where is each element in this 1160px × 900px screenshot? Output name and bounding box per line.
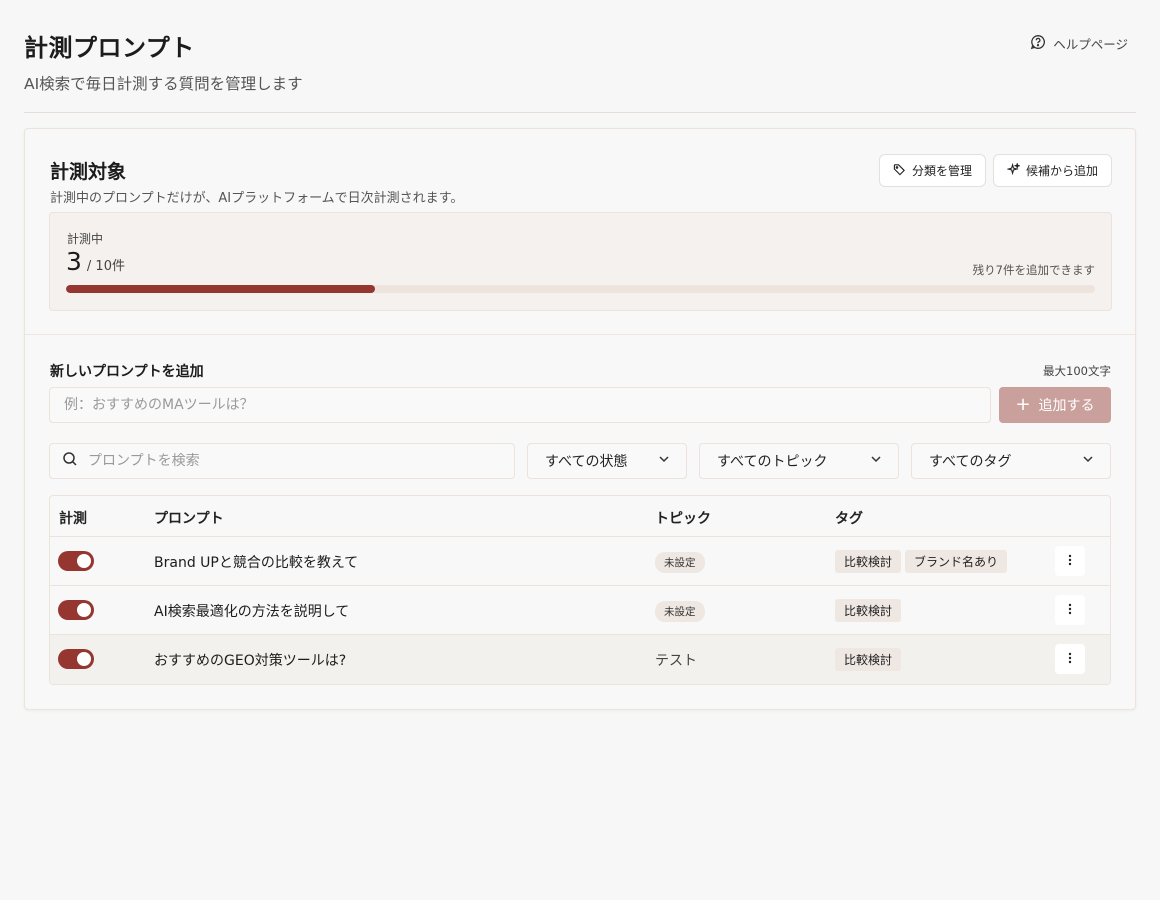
add-prompt-button-label: 追加する	[1038, 398, 1095, 414]
prompts-table: 計測 プロンプト トピック タグ Brand UPと競合の比較を教えて 未設定 …	[49, 495, 1111, 685]
chevron-down-icon	[870, 453, 882, 469]
quota-progress-bar	[66, 285, 1095, 293]
more-vertical-icon	[1063, 601, 1077, 620]
row-menu-button[interactable]	[1055, 644, 1085, 674]
topic-badge: 未設定	[655, 552, 705, 573]
tag-list: 比較検討 ブランド名あり	[835, 550, 1008, 573]
table-row: Brand UPと競合の比較を教えて 未設定 比較検討 ブランド名あり	[50, 537, 1110, 586]
tag-badge: ブランド名あり	[905, 550, 1008, 573]
sparkle-icon	[1006, 161, 1021, 179]
prompt-text: AI検索最適化の方法を説明して	[154, 604, 350, 620]
plus-icon: +	[1015, 394, 1031, 415]
column-header-topic: トピック	[655, 511, 711, 527]
tag-list: 比較検討	[835, 599, 902, 622]
column-header-tags: タグ	[835, 511, 863, 527]
max-length-label: 最大100文字	[1043, 364, 1111, 378]
tag-list: 比較検討	[835, 648, 902, 671]
quota-box: 計測中 3 / 10件 残り7件を追加できます	[49, 212, 1112, 311]
quota-current: 3	[66, 247, 82, 276]
tag-filter-value: すべてのタグ	[929, 454, 1012, 470]
chevron-down-icon	[658, 453, 670, 469]
quota-progress-fill	[66, 285, 375, 293]
tag-icon	[893, 163, 906, 179]
add-from-candidates-label: 候補から追加	[1025, 164, 1098, 178]
search-input[interactable]	[88, 453, 508, 469]
page-subtitle: AI検索で毎日計測する質問を管理します	[24, 75, 303, 93]
quota-remaining: 残り7件を追加できます	[972, 263, 1095, 277]
help-link[interactable]: ヘルプページ	[1030, 34, 1128, 53]
topic-filter-select[interactable]: すべてのトピック	[699, 443, 899, 479]
manage-categories-button[interactable]: 分類を管理	[879, 154, 986, 187]
tag-filter-select[interactable]: すべてのタグ	[911, 443, 1111, 479]
table-row: おすすめのGEO対策ツールは? テスト 比較検討	[50, 635, 1110, 684]
measure-toggle[interactable]	[58, 600, 94, 620]
measure-toggle[interactable]	[58, 551, 94, 571]
tag-badge: 比較検討	[835, 648, 902, 671]
topic-filter-value: すべてのトピック	[717, 454, 828, 470]
measure-toggle[interactable]	[58, 649, 94, 669]
search-icon	[62, 451, 78, 471]
page-title: 計測プロンプト	[24, 34, 195, 62]
tag-badge: 比較検討	[835, 550, 902, 573]
add-prompt-button[interactable]: + 追加する	[999, 387, 1111, 423]
search-box[interactable]	[49, 443, 515, 479]
help-link-label: ヘルプページ	[1053, 37, 1128, 52]
add-prompt-title: 新しいプロンプトを追加	[50, 364, 204, 380]
measurement-card: 計測対象 計測中のプロンプトだけが、AIプラットフォームで日次計測されます。 分…	[24, 128, 1136, 710]
column-header-measure: 計測	[59, 511, 87, 527]
more-vertical-icon	[1063, 552, 1077, 571]
toggle-knob	[77, 554, 91, 568]
table-header: 計測 プロンプト トピック タグ	[50, 496, 1110, 537]
row-menu-button[interactable]	[1055, 595, 1085, 625]
status-filter-select[interactable]: すべての状態	[527, 443, 687, 479]
toggle-knob	[77, 652, 91, 666]
quota-total: / 10件	[86, 259, 125, 274]
prompt-text: おすすめのGEO対策ツールは?	[154, 653, 347, 669]
toggle-knob	[77, 603, 91, 617]
quota-label: 計測中	[67, 232, 104, 246]
prompt-text: Brand UPと競合の比較を教えて	[154, 555, 359, 571]
section-title: 計測対象	[50, 161, 127, 183]
more-vertical-icon	[1063, 650, 1077, 669]
add-from-candidates-button[interactable]: 候補から追加	[993, 154, 1112, 187]
quota-count: 3 / 10件	[66, 247, 125, 276]
new-prompt-input[interactable]	[49, 387, 991, 423]
row-menu-button[interactable]	[1055, 546, 1085, 576]
header-divider	[24, 112, 1136, 113]
section-description: 計測中のプロンプトだけが、AIプラットフォームで日次計測されます。	[50, 191, 464, 206]
topic-text: テスト	[655, 653, 697, 669]
table-row: AI検索最適化の方法を説明して 未設定 比較検討	[50, 586, 1110, 635]
section-divider	[25, 334, 1135, 335]
topic-badge: 未設定	[655, 601, 705, 622]
column-header-prompt: プロンプト	[154, 511, 224, 527]
status-filter-value: すべての状態	[545, 454, 628, 470]
manage-categories-label: 分類を管理	[911, 164, 972, 178]
chevron-down-icon	[1082, 453, 1094, 469]
help-circle-icon	[1030, 34, 1046, 53]
tag-badge: 比較検討	[835, 599, 902, 622]
